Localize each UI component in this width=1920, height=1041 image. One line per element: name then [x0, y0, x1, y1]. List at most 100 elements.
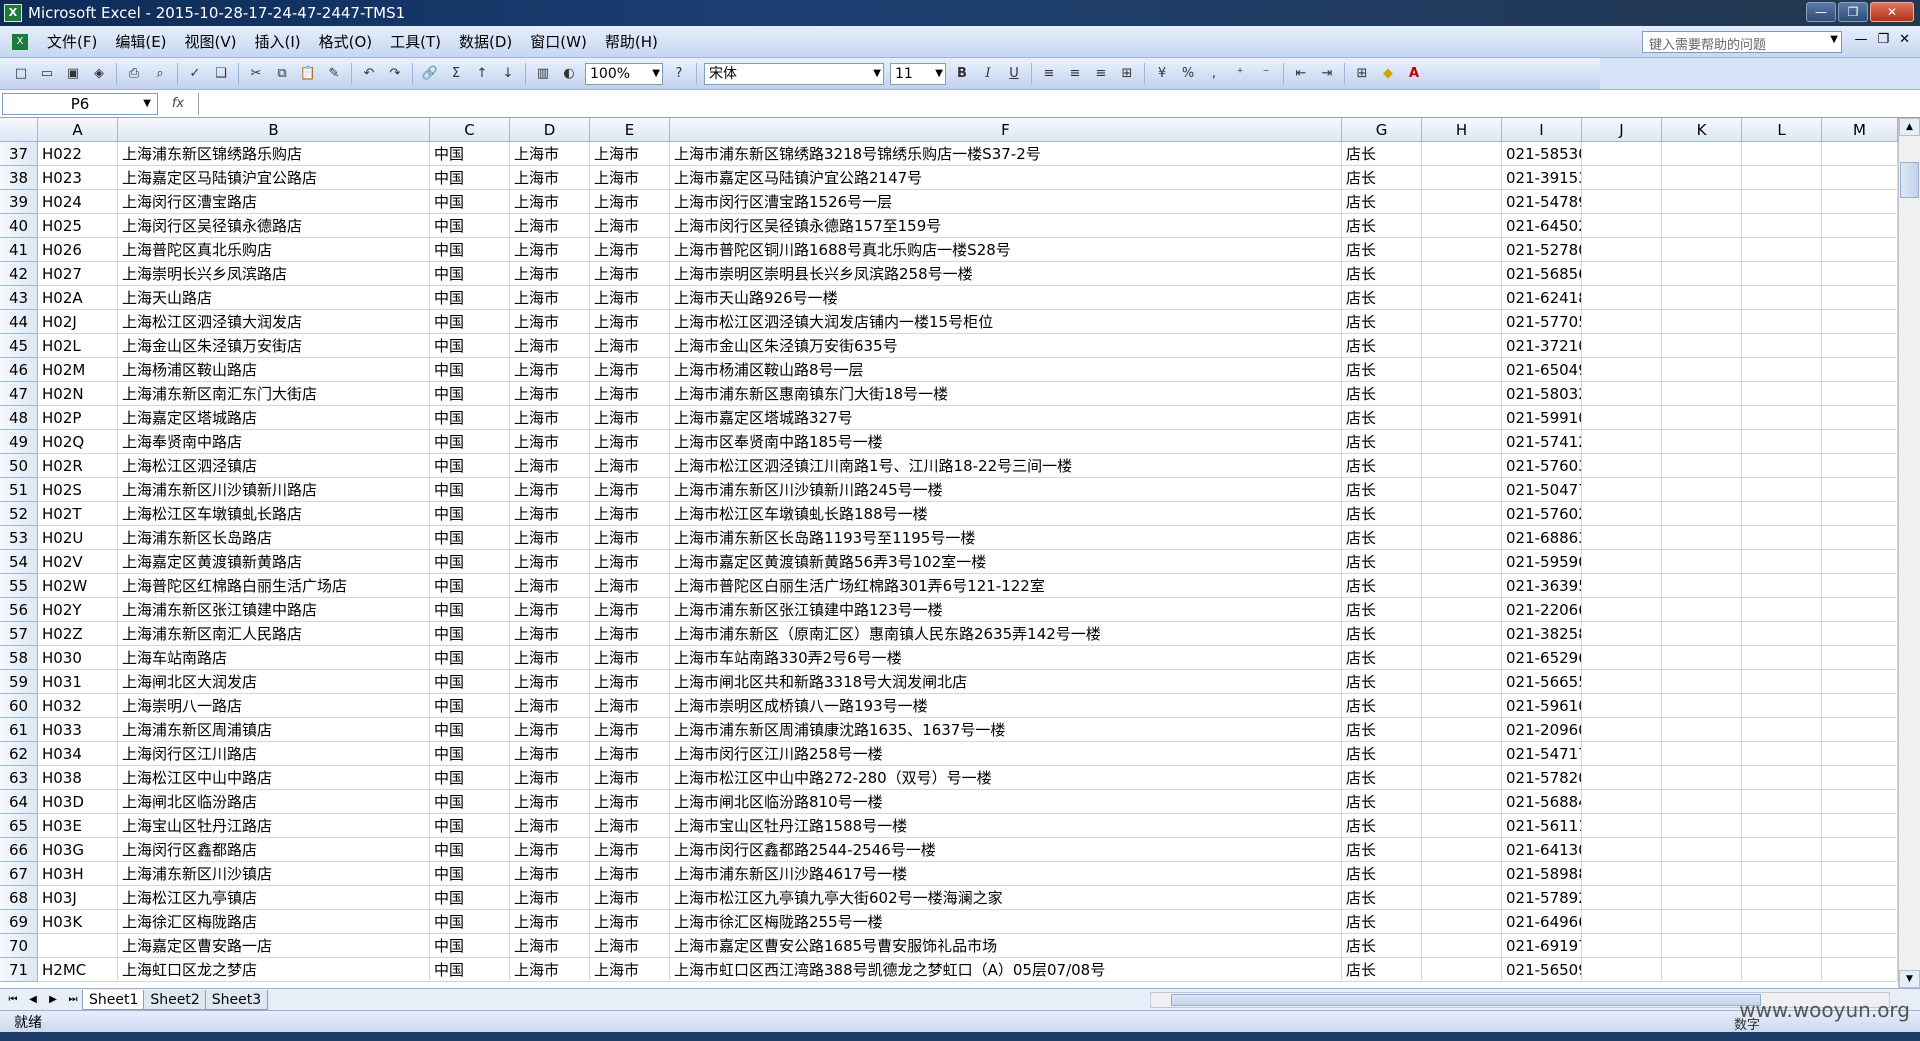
vertical-scroll-thumb[interactable]: [1900, 162, 1919, 198]
cell-g[interactable]: 店长: [1342, 358, 1422, 382]
cell-l[interactable]: [1742, 550, 1822, 574]
cell-l[interactable]: [1742, 478, 1822, 502]
cell-f[interactable]: 上海市虹口区西江湾路388号凯德龙之梦虹口（A）05层07/08号: [670, 958, 1342, 982]
cell-a[interactable]: H023: [38, 166, 118, 190]
cell-g[interactable]: 店长: [1342, 862, 1422, 886]
cell-h[interactable]: [1422, 646, 1502, 670]
cell-g[interactable]: 店长: [1342, 430, 1422, 454]
cell-g[interactable]: 店长: [1342, 166, 1422, 190]
cell-h[interactable]: [1422, 502, 1502, 526]
cell-j[interactable]: [1582, 214, 1662, 238]
cell-g[interactable]: 店长: [1342, 526, 1422, 550]
cell-j[interactable]: [1582, 502, 1662, 526]
cell-d[interactable]: 上海市: [510, 286, 590, 310]
cell-h[interactable]: [1422, 142, 1502, 166]
cell-b[interactable]: 上海浦东新区川沙镇店: [118, 862, 430, 886]
row-header[interactable]: 44: [0, 310, 38, 334]
align-left-icon[interactable]: ≡: [1038, 63, 1060, 85]
underline-button[interactable]: U: [1003, 63, 1025, 85]
cell-l[interactable]: [1742, 334, 1822, 358]
cell-d[interactable]: 上海市: [510, 670, 590, 694]
row-header[interactable]: 48: [0, 406, 38, 430]
cell-i[interactable]: 021-54717977: [1502, 742, 1582, 766]
cell-h[interactable]: [1422, 358, 1502, 382]
cell-b[interactable]: 上海金山区朱泾镇万安街店: [118, 334, 430, 358]
cell-m[interactable]: [1822, 694, 1898, 718]
cell-b[interactable]: 上海浦东新区南汇东门大街店: [118, 382, 430, 406]
cell-g[interactable]: 店长: [1342, 694, 1422, 718]
cell-i[interactable]: 021-57705037: [1502, 310, 1582, 334]
cell-l[interactable]: [1742, 862, 1822, 886]
cell-i[interactable]: 021-22066895: [1502, 598, 1582, 622]
cell-b[interactable]: 上海浦东新区长岛路店: [118, 526, 430, 550]
cell-a[interactable]: H02N: [38, 382, 118, 406]
menu-window[interactable]: 窗口(W): [521, 31, 596, 52]
cell-d[interactable]: 上海市: [510, 358, 590, 382]
cell-i[interactable]: 021-59590112: [1502, 550, 1582, 574]
cell-d[interactable]: 上海市: [510, 214, 590, 238]
cell-g[interactable]: 店长: [1342, 670, 1422, 694]
cell-l[interactable]: [1742, 166, 1822, 190]
cell-j[interactable]: [1582, 910, 1662, 934]
cell-b[interactable]: 上海松江区中山中路店: [118, 766, 430, 790]
cell-m[interactable]: [1822, 550, 1898, 574]
cell-e[interactable]: 上海市: [590, 862, 670, 886]
cell-c[interactable]: 中国: [430, 238, 510, 262]
cell-f[interactable]: 上海市松江区中山中路272-280（双号）号一楼: [670, 766, 1342, 790]
cell-c[interactable]: 中国: [430, 574, 510, 598]
cell-a[interactable]: H02J: [38, 310, 118, 334]
cell-c[interactable]: 中国: [430, 358, 510, 382]
cell-i[interactable]: 021-57603026: [1502, 454, 1582, 478]
sheet-tab-sheet1[interactable]: Sheet1: [82, 989, 146, 1010]
cell-i[interactable]: 021-54789885: [1502, 190, 1582, 214]
cell-c[interactable]: 中国: [430, 502, 510, 526]
cell-k[interactable]: [1662, 358, 1742, 382]
row-header[interactable]: 40: [0, 214, 38, 238]
menu-file[interactable]: 文件(F): [38, 31, 106, 52]
cell-f[interactable]: 上海市区奉贤南中路185号一楼: [670, 430, 1342, 454]
cell-c[interactable]: 中国: [430, 214, 510, 238]
cell-j[interactable]: [1582, 454, 1662, 478]
cell-h[interactable]: [1422, 190, 1502, 214]
cell-a[interactable]: H025: [38, 214, 118, 238]
doc-minimize-button[interactable]: —: [1854, 32, 1867, 47]
cell-c[interactable]: 中国: [430, 622, 510, 646]
cell-b[interactable]: 上海嘉定区塔城路店: [118, 406, 430, 430]
cell-f[interactable]: 上海市闵行区鑫都路2544-2546号一楼: [670, 838, 1342, 862]
print-preview-icon[interactable]: ⌕: [149, 63, 171, 85]
cell-i[interactable]: 021-65296983: [1502, 646, 1582, 670]
cell-c[interactable]: 中国: [430, 814, 510, 838]
cell-c[interactable]: 中国: [430, 166, 510, 190]
cell-h[interactable]: [1422, 910, 1502, 934]
cell-k[interactable]: [1662, 814, 1742, 838]
cell-f[interactable]: 上海市松江区车墩镇虬长路188号一楼: [670, 502, 1342, 526]
cell-f[interactable]: 上海市松江区九亭镇九亭大街602号一楼海澜之家: [670, 886, 1342, 910]
merge-center-icon[interactable]: ⊞: [1116, 63, 1138, 85]
fill-color-icon[interactable]: ◆: [1377, 63, 1399, 85]
font-select[interactable]: 宋体 ▼: [704, 62, 884, 85]
row-header[interactable]: 42: [0, 262, 38, 286]
cell-a[interactable]: H02Y: [38, 598, 118, 622]
cell-f[interactable]: 上海市浦东新区川沙镇新川路245号一楼: [670, 478, 1342, 502]
cell-b[interactable]: 上海闵行区吴径镇永德路店: [118, 214, 430, 238]
column-header-k[interactable]: K: [1662, 118, 1742, 142]
cell-b[interactable]: 上海松江区车墩镇虬长路店: [118, 502, 430, 526]
cell-c[interactable]: 中国: [430, 598, 510, 622]
cell-g[interactable]: 店长: [1342, 622, 1422, 646]
cell-c[interactable]: 中国: [430, 478, 510, 502]
cell-c[interactable]: 中国: [430, 670, 510, 694]
cell-b[interactable]: 上海浦东新区锦绣路乐购店: [118, 142, 430, 166]
cell-h[interactable]: [1422, 238, 1502, 262]
cell-d[interactable]: 上海市: [510, 310, 590, 334]
cell-l[interactable]: [1742, 694, 1822, 718]
open-icon[interactable]: ▭: [36, 63, 58, 85]
help-icon[interactable]: ?: [668, 63, 690, 85]
first-sheet-icon[interactable]: ⏮: [4, 994, 22, 1005]
cell-g[interactable]: 店长: [1342, 214, 1422, 238]
column-header-b[interactable]: B: [118, 118, 430, 142]
cell-j[interactable]: [1582, 598, 1662, 622]
chevron-down-icon[interactable]: ▼: [873, 64, 881, 84]
cell-f[interactable]: 上海市嘉定区马陆镇沪宜公路2147号: [670, 166, 1342, 190]
cell-b[interactable]: 上海奉贤南中路店: [118, 430, 430, 454]
cell-k[interactable]: [1662, 478, 1742, 502]
